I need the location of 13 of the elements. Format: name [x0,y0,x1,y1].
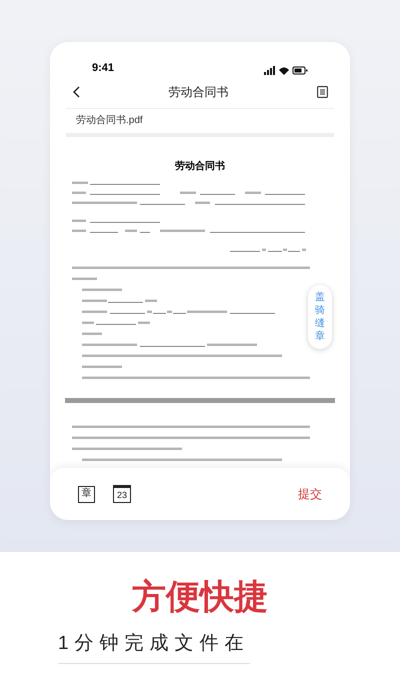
status-time: 9:41 [92,60,114,76]
status-icons [264,66,308,76]
calendar-icon[interactable]: 23 [113,485,131,503]
stamp-icon[interactable]: 章 [78,486,95,502]
document-icon[interactable] [317,86,328,98]
submit-button[interactable]: 提交 [298,485,322,503]
file-name: 劳动合同书.pdf [76,114,143,128]
document-title: 劳动合同书 [175,160,225,174]
promo-subtitle: 1分钟完成文件在 [58,630,250,664]
seal-button[interactable]: 盖骑缝章 [308,285,332,349]
page-title: 劳动合同书 [168,84,228,101]
back-icon[interactable] [72,86,80,98]
promo-headline: 方便快捷 [132,580,268,614]
